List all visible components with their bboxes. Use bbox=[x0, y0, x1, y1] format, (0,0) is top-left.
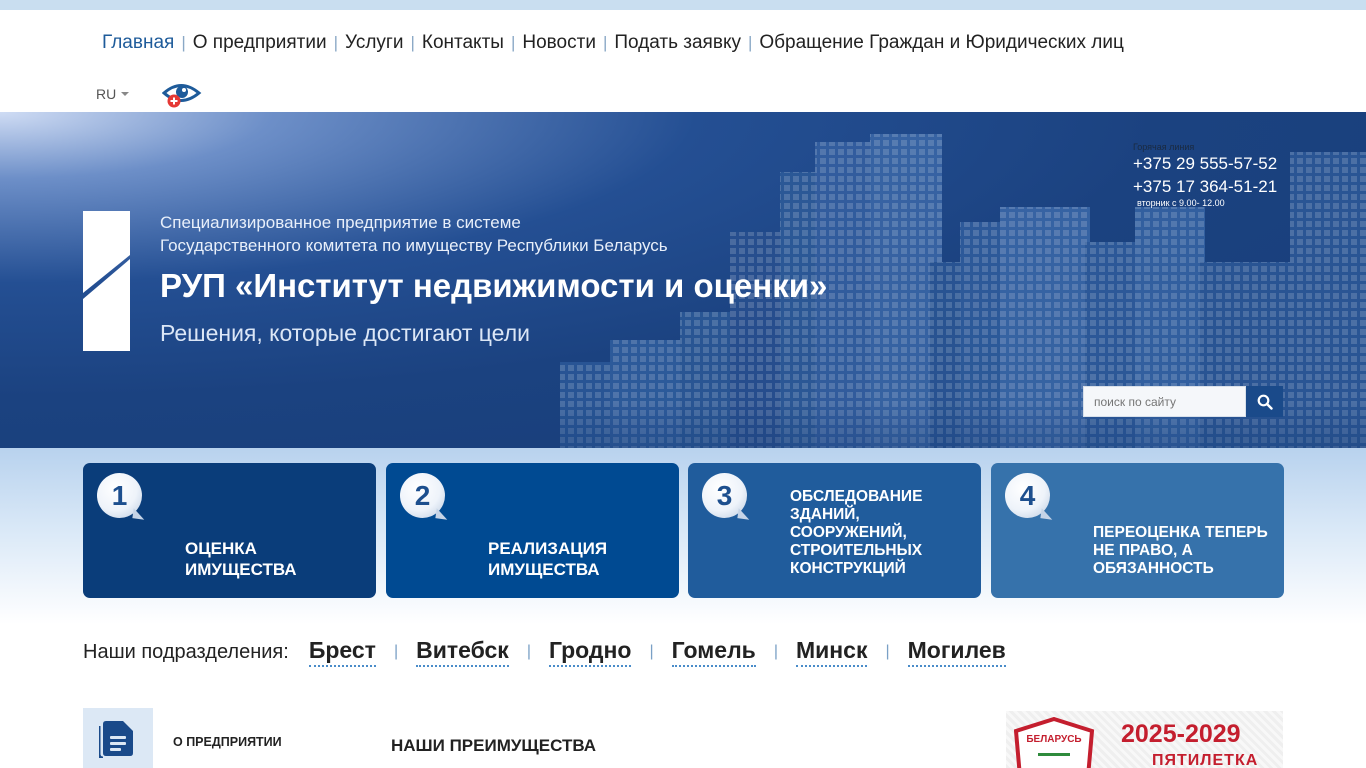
nav-item-apply[interactable]: Подать заявку bbox=[614, 32, 741, 54]
nav-item-appeals[interactable]: Обращение Граждан и Юридических лиц bbox=[759, 32, 1123, 54]
nav-separator: | bbox=[602, 33, 608, 52]
search-button[interactable] bbox=[1246, 386, 1283, 417]
nav-separator: | bbox=[333, 33, 339, 52]
top-strip bbox=[0, 0, 1366, 10]
hotline-phone-2[interactable]: +375 17 364-51-21 bbox=[1133, 175, 1277, 198]
divisions-list: Наши подразделения: Брест | Витебск | Гр… bbox=[83, 636, 1006, 668]
banner-years: 2025-2029 bbox=[1121, 720, 1241, 748]
hero-subtitle-line1: Специализированное предприятие в системе bbox=[160, 213, 521, 232]
nav-separator: | bbox=[510, 33, 516, 52]
caret-down-icon bbox=[121, 92, 130, 96]
hero-title: РУП «Институт недвижимости и оценки» bbox=[160, 267, 828, 304]
language-selector[interactable]: RU bbox=[96, 86, 130, 102]
hotline-phone-1[interactable]: +375 29 555-57-52 bbox=[1133, 152, 1277, 175]
site-search bbox=[1083, 386, 1283, 417]
divisions-separator: | bbox=[773, 643, 778, 660]
divisions-label: Наши подразделения: bbox=[83, 640, 289, 663]
five-year-plan-banner[interactable]: БЕЛАРУСЬ 2025-2029 ПЯТИЛЕТКА bbox=[1006, 711, 1283, 768]
divisions-separator: | bbox=[393, 643, 399, 660]
divisions-separator: | bbox=[649, 643, 654, 660]
belarus-emblem: БЕЛАРУСЬ bbox=[1014, 717, 1095, 768]
nav-item-about[interactable]: О предприятии bbox=[193, 32, 327, 54]
hero-subtitle: Специализированное предприятие в системе… bbox=[160, 211, 668, 257]
service-number-badge: 3 bbox=[702, 473, 747, 518]
advantages-heading: НАШИ ПРЕИМУЩЕСТВА bbox=[391, 736, 597, 755]
hero-banner: Специализированное предприятие в системе… bbox=[0, 112, 1366, 448]
nav-separator: | bbox=[747, 33, 753, 52]
division-link-gomel[interactable]: Гомель bbox=[671, 637, 756, 667]
company-logo bbox=[83, 211, 130, 356]
divisions-separator: | bbox=[885, 643, 890, 660]
service-card-revaluation[interactable]: 4 Переоценка теперь не право, а обязанно… bbox=[991, 463, 1284, 598]
hero-subtitle-line2: Государственного комитета по имуществу Р… bbox=[160, 236, 668, 255]
banner-caption: ПЯТИЛЕТКА bbox=[1152, 752, 1259, 768]
service-label: Реализация имущества bbox=[488, 539, 608, 579]
service-number-badge: 2 bbox=[400, 473, 445, 518]
about-icon-box[interactable] bbox=[83, 708, 153, 768]
nav-separator: | bbox=[410, 33, 415, 52]
hotline-block: Горячая линия +375 29 555-57-52 +375 17 … bbox=[1133, 142, 1277, 208]
service-card-valuation[interactable]: 1 Оценка имущества bbox=[83, 463, 376, 598]
division-link-vitebsk[interactable]: Витебск bbox=[416, 637, 509, 667]
service-card-realization[interactable]: 2 Реализация имущества bbox=[386, 463, 679, 598]
divisions-separator: | bbox=[526, 643, 531, 660]
nav-item-contacts[interactable]: Контакты bbox=[422, 32, 504, 54]
emblem-text: БЕЛАРУСЬ bbox=[1026, 734, 1081, 745]
service-number-badge: 4 bbox=[1005, 473, 1050, 518]
search-input[interactable] bbox=[1083, 386, 1246, 417]
service-label: Переоценка теперь не право, а обязанност… bbox=[1093, 524, 1268, 577]
hotline-label: Горячая линия bbox=[1133, 142, 1195, 152]
search-icon bbox=[1257, 394, 1273, 410]
division-link-mogilev[interactable]: Могилев bbox=[907, 637, 1006, 667]
service-label: Оценка имущества bbox=[185, 539, 297, 579]
main-nav: Главная | О предприятии | Услуги | Конта… bbox=[102, 30, 1124, 56]
division-link-grodno[interactable]: Гродно bbox=[548, 637, 632, 667]
eye-icon[interactable] bbox=[161, 80, 202, 110]
service-label: Обследование зданий, сооружений, строите… bbox=[790, 488, 923, 577]
language-current: RU bbox=[96, 86, 117, 102]
service-card-inspection[interactable]: 3 Обследование зданий, сооружений, строи… bbox=[688, 463, 981, 598]
service-number-badge: 1 bbox=[97, 473, 142, 518]
nav-item-services[interactable]: Услуги bbox=[345, 32, 403, 54]
about-link[interactable]: О ПРЕДПРИЯТИИ bbox=[173, 735, 282, 749]
division-link-minsk[interactable]: Минск bbox=[795, 637, 868, 667]
hero-slogan: Решения, которые достигают цели bbox=[160, 320, 530, 346]
division-link-brest[interactable]: Брест bbox=[308, 637, 376, 667]
document-icon bbox=[99, 721, 133, 758]
nav-separator: | bbox=[181, 33, 186, 52]
nav-item-home[interactable]: Главная bbox=[102, 32, 174, 54]
hotline-hours: вторник с 9.00- 12.00 bbox=[1137, 198, 1225, 208]
nav-item-news[interactable]: Новости bbox=[522, 32, 596, 54]
